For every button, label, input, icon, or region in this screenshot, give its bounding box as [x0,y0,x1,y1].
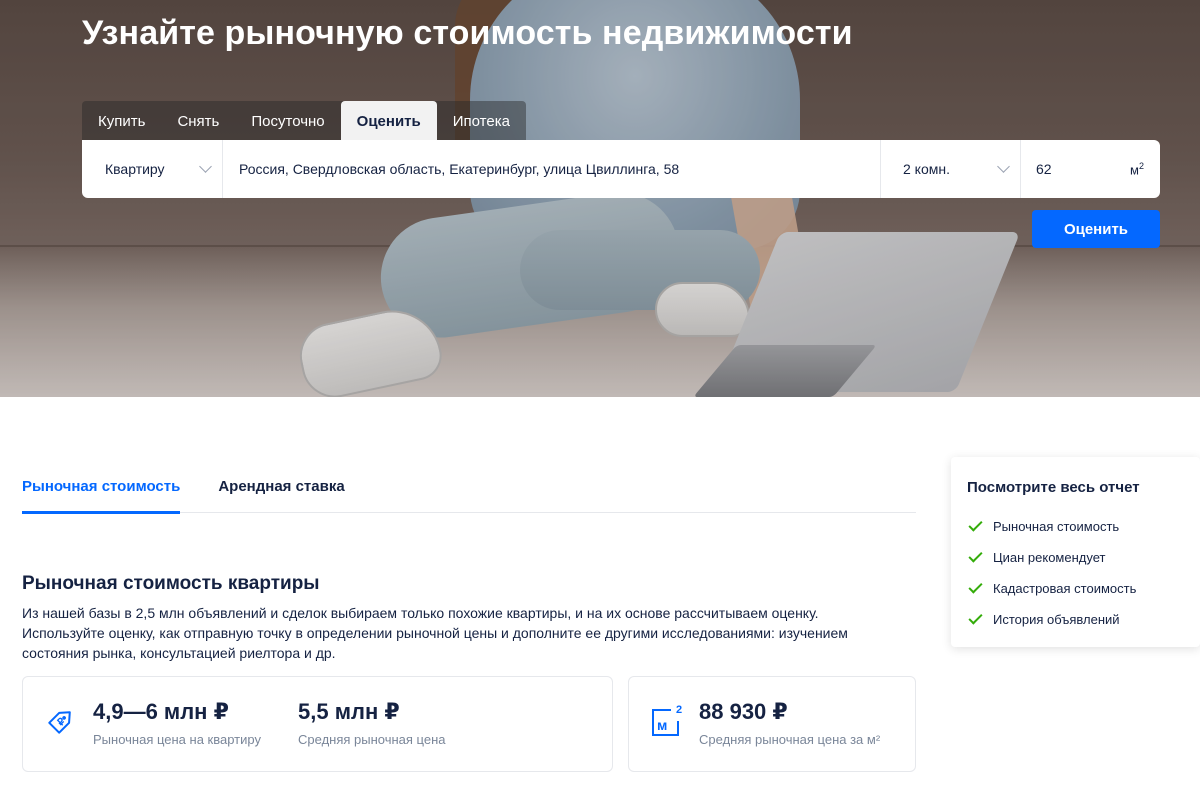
address-input[interactable]: Россия, Свердловская область, Екатеринбу… [222,140,880,198]
check-icon [968,610,983,625]
evaluate-button[interactable]: Оценить [1032,210,1160,248]
report-title: Посмотрите весь отчет [967,479,1140,496]
price-tag-icon: ₽ [48,711,71,734]
tab-mortgage[interactable]: Ипотека [437,101,526,141]
hero-overlay [0,0,1200,397]
address-value: Россия, Свердловская область, Екатеринбу… [239,161,680,177]
chevron-down-icon [997,160,1010,173]
area-unit: м2 [1130,161,1144,178]
price-range-value: 4,9—6 млн ₽ [93,699,229,724]
report-item-market-value: Рыночная стоимость [967,511,1184,542]
price-range-label: Рыночная цена на квартиру [93,732,261,747]
tab-rental-rate[interactable]: Арендная ставка [218,460,344,513]
check-icon [968,517,983,532]
price-average-label: Средняя рыночная цена [298,732,446,747]
full-report-panel[interactable]: Посмотрите весь отчет Рыночная стоимость… [951,457,1200,647]
chevron-down-icon [199,160,212,173]
section-title: Рыночная стоимость квартиры [22,573,320,594]
tab-market-value[interactable]: Рыночная стоимость [22,460,181,514]
price-per-m2-label: Средняя рыночная цена за м² [699,732,881,747]
check-icon [968,548,983,563]
report-item-cian-recommends: Циан рекомендует [967,542,1184,573]
tab-buy[interactable]: Купить [82,101,161,141]
price-card: ₽ 4,9—6 млн ₽ Рыночная цена на квартиру … [22,676,613,772]
svg-text:2: 2 [676,704,682,716]
tab-evaluate[interactable]: Оценить [340,101,437,141]
price-average-value: 5,5 млн ₽ [298,699,400,724]
rooms-value: 2 комн. [903,161,950,177]
result-tabs: Рыночная стоимость Арендная ставка [22,460,916,514]
valuation-search-bar: Квартиру Россия, Свердловская область, Е… [82,140,1160,198]
square-meter-icon: м 2 [652,704,682,736]
tab-rent[interactable]: Снять [161,101,235,141]
price-per-m2-card: м 2 88 930 ₽ Средняя рыночная цена за м² [628,676,916,772]
svg-text:м: м [657,717,667,733]
report-item-listing-history: История объявлений [967,604,1184,635]
tab-daily[interactable]: Посуточно [235,101,340,141]
deal-type-tabs: Купить Снять Посуточно Оценить Ипотека [82,101,526,141]
hero-banner: Узнайте рыночную стоимость недвижимости … [0,0,1200,397]
rooms-select[interactable]: 2 комн. [880,140,1020,198]
property-type-value: Квартиру [105,161,165,177]
area-value: 62 [1036,161,1052,177]
property-type-select[interactable]: Квартиру [82,140,222,198]
price-per-m2-value: 88 930 ₽ [699,699,788,724]
section-description: Из нашей базы в 2,5 млн объявлений и сде… [22,605,848,661]
report-item-cadastral-value: Кадастровая стоимость [967,573,1184,604]
area-input[interactable]: 62 м2 [1020,140,1160,198]
page-title: Узнайте рыночную стоимость недвижимости [82,14,853,52]
check-icon [968,579,983,594]
